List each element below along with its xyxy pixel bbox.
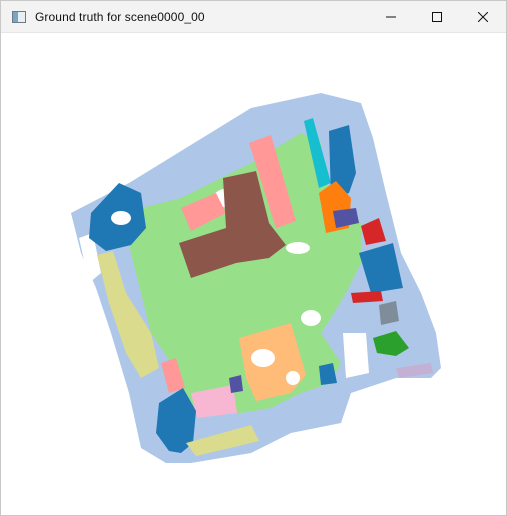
wall-gap bbox=[343, 333, 369, 378]
window-controls bbox=[368, 1, 506, 32]
app-window: Ground truth for scene0000_00 bbox=[0, 0, 507, 516]
close-icon bbox=[478, 11, 488, 22]
close-button[interactable] bbox=[460, 1, 506, 32]
minimize-button[interactable] bbox=[368, 1, 414, 32]
purple-bottom bbox=[229, 375, 243, 393]
render-canvas[interactable] bbox=[1, 33, 506, 515]
maximize-icon bbox=[432, 11, 442, 22]
gray-object bbox=[379, 301, 399, 325]
red-object-small bbox=[351, 291, 383, 303]
chair-hole bbox=[286, 371, 300, 385]
maximize-button[interactable] bbox=[414, 1, 460, 32]
minimize-icon bbox=[386, 16, 396, 17]
title-bar[interactable]: Ground truth for scene0000_00 bbox=[1, 1, 506, 33]
segmentation-map bbox=[71, 93, 441, 463]
floor-hole bbox=[286, 242, 310, 254]
chair-hole bbox=[251, 349, 275, 367]
window-title: Ground truth for scene0000_00 bbox=[35, 9, 205, 24]
cabinet-left-hole bbox=[111, 211, 131, 225]
floor-hole bbox=[301, 310, 321, 326]
window-app-icon bbox=[12, 10, 26, 23]
